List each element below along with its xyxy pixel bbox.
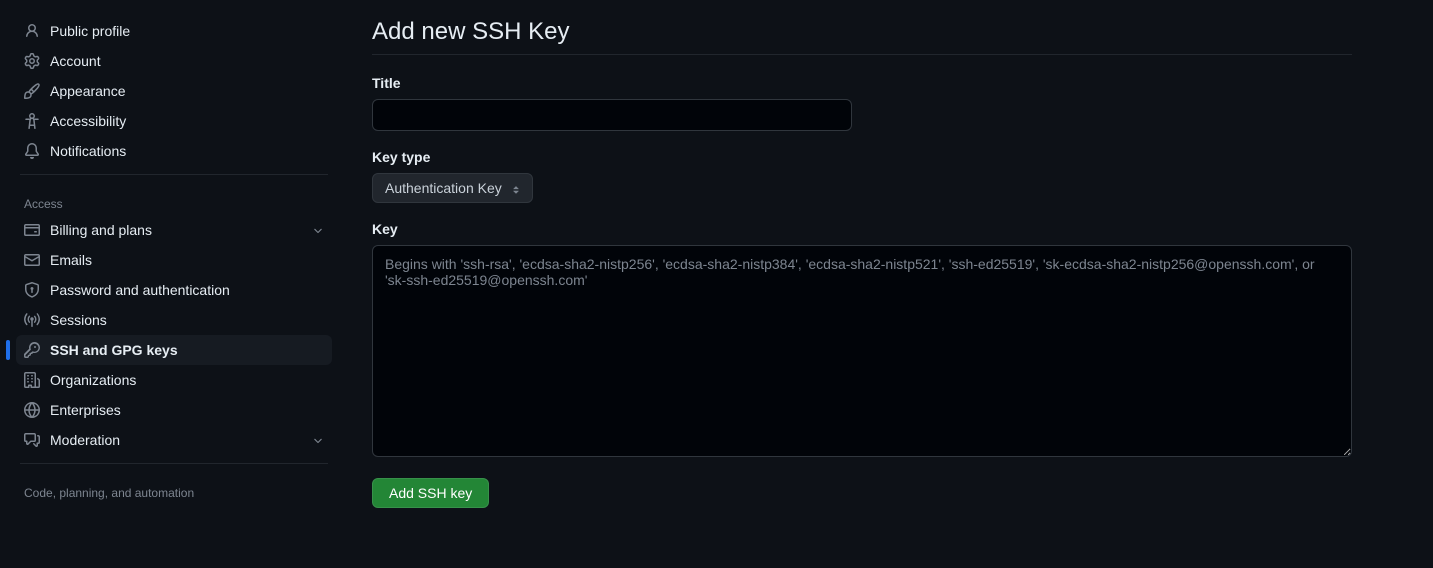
key-label: Key <box>372 221 1352 237</box>
sidebar-label: Appearance <box>50 83 324 99</box>
sidebar-item-organizations[interactable]: Organizations <box>16 365 332 395</box>
sidebar-item-appearance[interactable]: Appearance <box>16 76 332 106</box>
sidebar-label: Sessions <box>50 312 324 328</box>
person-icon <box>24 23 40 39</box>
sidebar-item-public-profile[interactable]: Public profile <box>16 16 332 46</box>
sidebar-divider <box>20 174 328 175</box>
main-content: Add new SSH Key Title Key type Authentic… <box>340 0 1400 526</box>
key-icon <box>24 342 40 358</box>
sidebar-section-heading-code: Code, planning, and automation <box>16 478 332 504</box>
gear-icon <box>24 53 40 69</box>
key-type-value: Authentication Key <box>385 180 502 196</box>
sidebar-label: Enterprises <box>50 402 324 418</box>
settings-sidebar: Public profile Account Appearance Access… <box>0 0 340 526</box>
sidebar-label: Public profile <box>50 23 324 39</box>
sidebar-divider <box>20 463 328 464</box>
sidebar-item-moderation[interactable]: Moderation <box>16 425 332 455</box>
chevron-down-icon <box>312 224 324 236</box>
sidebar-label: Accessibility <box>50 113 324 129</box>
sidebar-item-notifications[interactable]: Notifications <box>16 136 332 166</box>
sidebar-label: Emails <box>50 252 324 268</box>
key-type-select[interactable]: Authentication Key <box>372 173 533 203</box>
sidebar-label: Organizations <box>50 372 324 388</box>
sidebar-item-account[interactable]: Account <box>16 46 332 76</box>
sidebar-item-password[interactable]: Password and authentication <box>16 275 332 305</box>
sidebar-item-ssh-keys[interactable]: SSH and GPG keys <box>16 335 332 365</box>
select-caret-icon <box>510 183 520 193</box>
shield-lock-icon <box>24 282 40 298</box>
sidebar-item-emails[interactable]: Emails <box>16 245 332 275</box>
sidebar-label: Account <box>50 53 324 69</box>
key-type-label: Key type <box>372 149 1352 165</box>
sidebar-label: Notifications <box>50 143 324 159</box>
organization-icon <box>24 372 40 388</box>
paintbrush-icon <box>24 83 40 99</box>
page-title: Add new SSH Key <box>372 18 1352 55</box>
sidebar-section-heading-access: Access <box>16 189 332 215</box>
sidebar-label: Password and authentication <box>50 282 324 298</box>
globe-icon <box>24 402 40 418</box>
title-label: Title <box>372 75 1352 91</box>
key-textarea[interactable] <box>372 245 1352 457</box>
accessibility-icon <box>24 113 40 129</box>
credit-card-icon <box>24 222 40 238</box>
mail-icon <box>24 252 40 268</box>
sidebar-label: Moderation <box>50 432 302 448</box>
sidebar-label: SSH and GPG keys <box>50 342 324 358</box>
bell-icon <box>24 143 40 159</box>
title-input[interactable] <box>372 99 852 131</box>
broadcast-icon <box>24 312 40 328</box>
sidebar-item-sessions[interactable]: Sessions <box>16 305 332 335</box>
sidebar-item-accessibility[interactable]: Accessibility <box>16 106 332 136</box>
sidebar-label: Billing and plans <box>50 222 302 238</box>
chevron-down-icon <box>312 434 324 446</box>
comment-discussion-icon <box>24 432 40 448</box>
sidebar-item-billing[interactable]: Billing and plans <box>16 215 332 245</box>
sidebar-item-enterprises[interactable]: Enterprises <box>16 395 332 425</box>
add-ssh-key-button[interactable]: Add SSH key <box>372 478 489 508</box>
